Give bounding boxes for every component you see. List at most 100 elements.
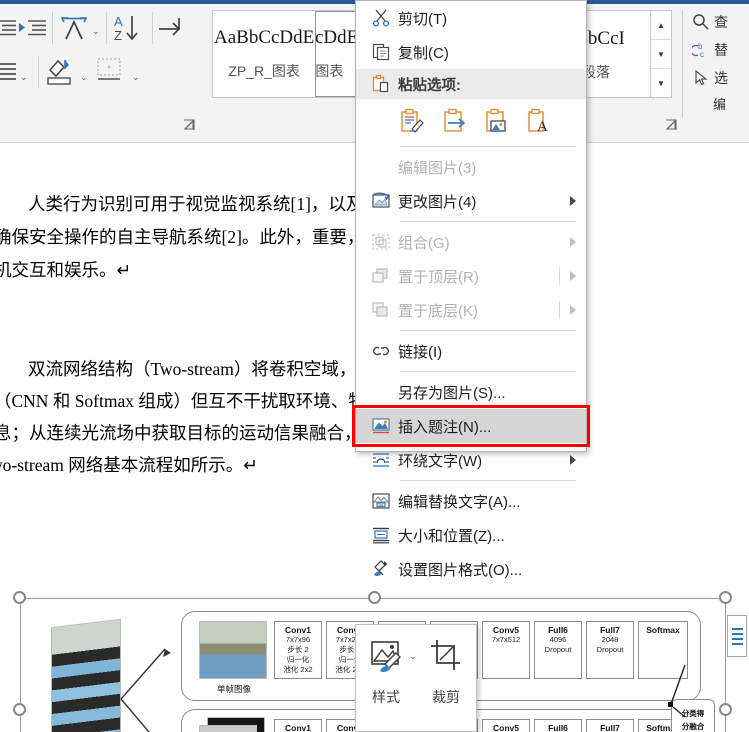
chevron-right-icon [570,196,576,206]
layer-line: Dropout [596,645,624,654]
context-menu-item-bring-to-front[interactable]: 置于顶层(R) [356,259,586,293]
context-menu-item-label: 编辑替换文字(A)... [398,493,521,511]
style-name-text: ZP_R_图表 [228,63,300,79]
paste-options-row[interactable]: A [356,99,586,143]
editing-group: 查 b c 替 选 编 [690,8,749,120]
search-icon [692,13,710,31]
layer-title: Full6 [548,723,568,732]
editing-group-caption: 编 [712,97,726,112]
clipboard-icon [364,74,398,94]
resize-handle-e[interactable] [719,703,732,716]
context-menu-item-send-to-back[interactable]: 置于底层(K) [356,293,586,327]
context-menu-item-cut[interactable]: 剪切(T) [356,1,586,35]
group-icon [364,232,398,252]
keep-source-formatting-icon[interactable] [398,107,426,135]
context-menu-item-label: 插入题注(N)... [398,418,492,436]
layer-title: Full6 [548,625,568,635]
context-menu-item-label: 粘贴选项: [398,77,461,94]
resize-handle-nw[interactable] [13,591,26,604]
chevron-down-icon[interactable]: ⌄ [409,651,417,662]
find-button[interactable]: 查 [690,8,749,36]
context-menu-item-wrap-text[interactable]: 环绕文字(W) [356,443,586,477]
chevron-down-icon[interactable]: ⌄ [92,26,100,37]
context-menu-item-group[interactable]: 组合(G) [356,225,586,259]
context-menu[interactable]: 剪切(T) 复制(C) 粘贴选项: A 编辑图片(3) 更改图片(4) 组合(G… [352,0,590,579]
context-menu-item-copy[interactable]: 复制(C) [356,35,586,69]
borders-icon[interactable] [94,56,126,88]
layer-title: Full7 [600,723,620,732]
send-to-back-icon [364,300,398,320]
replace-button[interactable]: b c 替 [690,36,749,64]
select-button[interactable]: 选 [690,64,749,92]
link-icon [364,341,398,361]
input-split-arrows [120,648,171,732]
divider [682,10,683,118]
context-menu-item-size-and-position[interactable]: 大小和位置(Z)... [356,518,586,552]
layer-line: 池化 2x2 [283,665,313,674]
styles-dialog-launcher[interactable] [664,118,678,132]
picture-style-button[interactable]: ⌄ [367,636,417,676]
select-label: 选 [714,70,728,86]
layer-title: Conv5 [493,625,519,635]
fusion-connectors [668,664,686,718]
style-sample-text: AaBbCcDdE [214,27,315,48]
resize-handle-ne[interactable] [719,591,732,604]
sort-az-icon[interactable]: A Z [112,12,152,44]
decrease-indent-icon[interactable] [0,16,20,40]
styles-more-button[interactable]: ▼ [651,69,671,97]
divider [559,301,560,319]
crop-button[interactable] [427,637,465,675]
context-menu-item-insert-caption[interactable]: 插入题注(N)... [352,405,590,447]
layer-line: 归一化 [286,655,310,664]
picture-style-label: 样式 [372,689,400,705]
layer-block: Conv5 7x7x512 步长 1 池化 2x2 [482,719,530,732]
show-formatting-marks-icon[interactable] [156,14,192,42]
text-direction-icon[interactable] [58,12,94,44]
context-menu-item-edit-alt-text[interactable]: 编辑替换文字(A)... [356,484,586,518]
context-menu-item-edit-picture[interactable]: 编辑图片(3) [356,150,586,184]
word-window: ⌄ A Z ⌄ ⌄ ⌄ AaBbCcDdE ZP_R_图表 cDdE 图表 Aa… [0,0,749,732]
cursor-icon [692,69,710,87]
branch-caption: 单帧图像 [216,684,251,694]
resize-handle-n[interactable] [368,591,381,604]
styles-scroll-down-button[interactable]: ▼ [651,40,671,69]
styles-scroll-buttons[interactable]: ▲ ▼ ▼ [650,10,672,98]
context-menu-item-format-picture[interactable]: 设置图片格式(O)... [356,552,586,586]
resize-handle-w[interactable] [13,703,26,716]
layout-options-button[interactable] [727,615,747,657]
keep-text-only-icon[interactable]: A [524,107,552,135]
style-item-1[interactable]: AaBbCcDdE ZP_R_图表 [315,11,356,97]
wrap-text-icon [364,450,398,470]
context-menu-item-link[interactable]: 链接(I) [356,334,586,368]
styles-gallery[interactable]: AaBbCcDdE ZP_R_图表 AaBbCcDdE ZP_R_图表 [212,10,357,98]
style-name-text: ZP_R_图表 [315,63,344,79]
chevron-down-icon[interactable]: ⌄ [80,72,88,83]
layer-title: Softmax [646,625,680,635]
context-menu-item-label: 链接(I) [398,343,443,361]
context-menu-item-label: 置于顶层(R) [398,268,479,286]
mini-toolbar[interactable]: ⌄ 样式 裁剪 [355,624,477,732]
line-spacing-icon[interactable] [0,58,20,86]
chevron-down-icon[interactable]: ⌄ [20,72,28,83]
edit-alt-text-icon [364,491,398,511]
replace-icon: b c [692,41,710,59]
chevron-down-icon[interactable]: ⌄ [132,72,140,83]
increase-indent-icon[interactable] [18,16,48,40]
context-menu-item-label: 编辑图片(3) [398,159,477,177]
layer-title: Conv1 [285,723,311,732]
mini-toolbar-buttons: ⌄ [356,625,476,687]
change-picture-icon [364,191,398,211]
context-menu-item-save-as-picture[interactable]: 另存为图片(S)... [356,375,586,409]
layer-line: 7x7x96 [285,635,311,644]
layer-title: Conv5 [493,723,519,732]
picture-paste-icon[interactable] [440,107,468,135]
merge-formatting-icon[interactable] [482,107,510,135]
shading-icon[interactable] [44,54,76,90]
style-item-0[interactable]: AaBbCcDdE ZP_R_图表 [213,11,315,97]
divider [400,221,576,222]
paragraph-dialog-launcher[interactable] [182,118,196,132]
context-menu-item-change-picture[interactable]: 更改图片(4) [356,184,586,218]
styles-scroll-up-button[interactable]: ▲ [651,11,671,40]
context-menu-paste-options-header: 粘贴选项: [356,69,586,99]
layer-line: 4096 [549,635,567,644]
